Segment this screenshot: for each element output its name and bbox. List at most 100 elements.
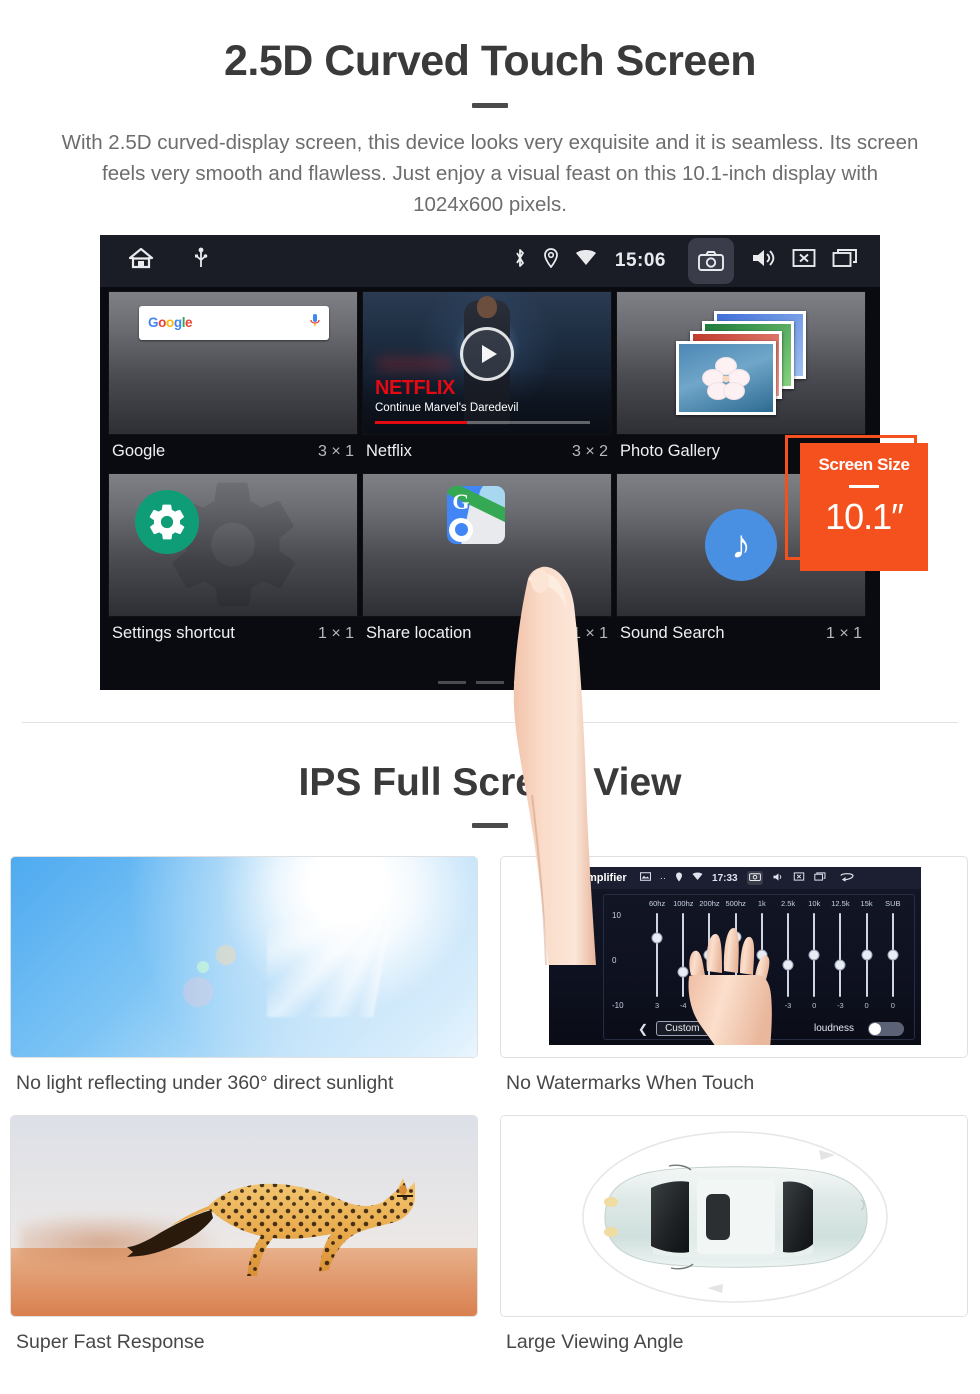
fader-icon[interactable] xyxy=(549,935,603,956)
eq-band-label: SUB xyxy=(885,899,901,908)
page-dot-2[interactable] xyxy=(476,680,504,684)
google-maps-icon: G xyxy=(447,485,506,544)
search-input[interactable]: Google xyxy=(139,305,329,340)
widget-size: 1 × 1 xyxy=(571,624,608,642)
usb-icon[interactable] xyxy=(194,247,208,274)
amplifier-side-nav: Balance Fader xyxy=(549,889,603,1045)
wifi-icon[interactable] xyxy=(575,249,597,272)
play-icon[interactable] xyxy=(460,327,514,382)
device-showcase: 15:06 Google Google 3 × 1 NETFLIX Contin… xyxy=(0,234,980,965)
widget-netflix-caption: Netflix 3 × 2 xyxy=(362,435,612,469)
balance-icon[interactable] xyxy=(565,896,587,915)
car-top-view xyxy=(582,1131,888,1303)
location-icon[interactable] xyxy=(543,248,559,273)
page-dot-1[interactable] xyxy=(438,680,466,684)
eq-band-label: 1k xyxy=(757,899,766,908)
widget-size: 1 × 1 xyxy=(317,624,354,642)
eq-knob[interactable] xyxy=(861,949,873,961)
balance-label[interactable]: Balance xyxy=(549,917,603,927)
feature-card-fast-response: Super Fast Response xyxy=(10,1115,480,1374)
eq-band[interactable]: 12.5k -3 xyxy=(827,899,853,1010)
volume-icon[interactable] xyxy=(772,872,784,885)
feature-caption: Large Viewing Angle xyxy=(506,1331,684,1353)
volume-icon[interactable] xyxy=(750,247,776,274)
page-root: 2.5D Curved Touch Screen With 2.5D curve… xyxy=(0,0,980,1394)
eq-band-label: 100hz xyxy=(673,899,694,908)
eq-band[interactable]: 10k 0 xyxy=(801,899,827,1010)
page-title: 2.5D Curved Touch Screen xyxy=(223,37,757,85)
eq-slider[interactable] xyxy=(808,913,820,997)
bluetooth-icon[interactable] xyxy=(513,248,527,273)
widget-netflix[interactable]: NETFLIX Continue Marvel's Daredevil Netf… xyxy=(362,290,612,469)
eq-band-label: 12.5k xyxy=(831,899,850,908)
eq-band-value: -3 xyxy=(837,1001,844,1010)
eq-slider[interactable] xyxy=(651,913,663,997)
badge-title: Screen Size xyxy=(818,454,910,474)
eq-band-value: 0 xyxy=(890,1001,895,1010)
netflix-red-glow xyxy=(377,356,453,372)
scale-bottom: -10 xyxy=(612,1001,624,1010)
page-dot-3-active[interactable] xyxy=(514,680,542,684)
widget-sound-search-caption: Sound Search 1 × 1 xyxy=(616,617,866,651)
eq-knob[interactable] xyxy=(651,932,663,944)
feature-caption: No light reflecting under 360° direct su… xyxy=(16,1072,394,1094)
loudness-toggle[interactable] xyxy=(868,1021,904,1036)
car-scene xyxy=(501,1116,967,1316)
eq-band-label: 10k xyxy=(808,899,821,908)
widget-name: Sound Search xyxy=(620,624,725,643)
location-icon[interactable] xyxy=(675,872,683,885)
close-icon[interactable] xyxy=(793,872,805,884)
eq-band[interactable]: 60hz 3 xyxy=(644,899,670,1010)
netflix-subtitle: Continue Marvel's Daredevil xyxy=(375,401,519,414)
touching-hand-illustration xyxy=(688,927,772,1045)
eq-knob[interactable] xyxy=(782,959,794,971)
photo-thumb-blossom xyxy=(676,340,776,415)
widget-share-location[interactable]: G Share location 1 × 1 xyxy=(362,472,612,651)
recent-apps-icon[interactable] xyxy=(832,248,858,273)
eq-band-value: 3 xyxy=(655,1001,660,1010)
recent-apps-icon[interactable] xyxy=(813,872,826,884)
widget-google[interactable]: Google Google 3 × 1 xyxy=(108,290,358,469)
widget-size: 3 × 2 xyxy=(571,442,608,460)
gallery-icon[interactable] xyxy=(639,872,651,884)
cheetah-scene xyxy=(11,1116,477,1316)
widget-name: Share location xyxy=(366,624,472,643)
mic-icon[interactable] xyxy=(310,313,320,333)
camera-icon[interactable] xyxy=(688,237,734,284)
back-icon[interactable] xyxy=(839,872,855,885)
eq-knob[interactable] xyxy=(834,959,846,971)
section-divider xyxy=(22,722,958,723)
feature-caption: No Watermarks When Touch xyxy=(506,1072,755,1094)
wifi-icon[interactable] xyxy=(692,872,703,884)
netflix-progress-bar xyxy=(375,420,590,424)
eq-slider[interactable] xyxy=(861,913,873,997)
eq-knob[interactable] xyxy=(887,949,899,961)
more-icon[interactable]: ·· xyxy=(660,873,666,884)
feature-card-grid: No light reflecting under 360° direct su… xyxy=(10,856,970,1374)
screen-size-badge: Screen Size 10.1″ xyxy=(800,442,928,571)
lens-flare-1 xyxy=(216,945,237,965)
head-unit-screen: 15:06 Google Google 3 × 1 NETFLIX Contin… xyxy=(100,234,880,690)
loudness-label: loudness xyxy=(813,1023,854,1034)
feature-card-viewing-angle: Large Viewing Angle xyxy=(500,1115,970,1374)
eq-knob[interactable] xyxy=(808,949,820,961)
eq-band[interactable]: 15k 0 xyxy=(854,899,880,1010)
eq-slider[interactable] xyxy=(782,913,794,997)
feature-caption: Super Fast Response xyxy=(16,1331,205,1353)
prev-preset-icon[interactable]: ❮ xyxy=(638,1022,648,1036)
eq-band[interactable]: SUB 0 xyxy=(880,899,906,1010)
netflix-brand: NETFLIX xyxy=(375,376,455,399)
google-logo: Google xyxy=(148,315,193,331)
close-icon[interactable] xyxy=(792,248,816,273)
widget-photo-gallery-preview xyxy=(616,290,866,435)
eq-slider[interactable] xyxy=(834,913,846,997)
fader-label[interactable]: Fader xyxy=(549,957,603,967)
widget-settings-shortcut[interactable]: Settings shortcut 1 × 1 xyxy=(108,472,358,651)
page-indicator[interactable] xyxy=(438,680,542,684)
home-icon[interactable] xyxy=(556,871,571,885)
home-icon[interactable] xyxy=(128,246,154,275)
camera-icon[interactable] xyxy=(746,871,763,885)
eq-slider[interactable] xyxy=(887,913,899,997)
netflix-art: NETFLIX Continue Marvel's Daredevil xyxy=(363,291,611,434)
eq-band-value: 0 xyxy=(812,1001,817,1010)
